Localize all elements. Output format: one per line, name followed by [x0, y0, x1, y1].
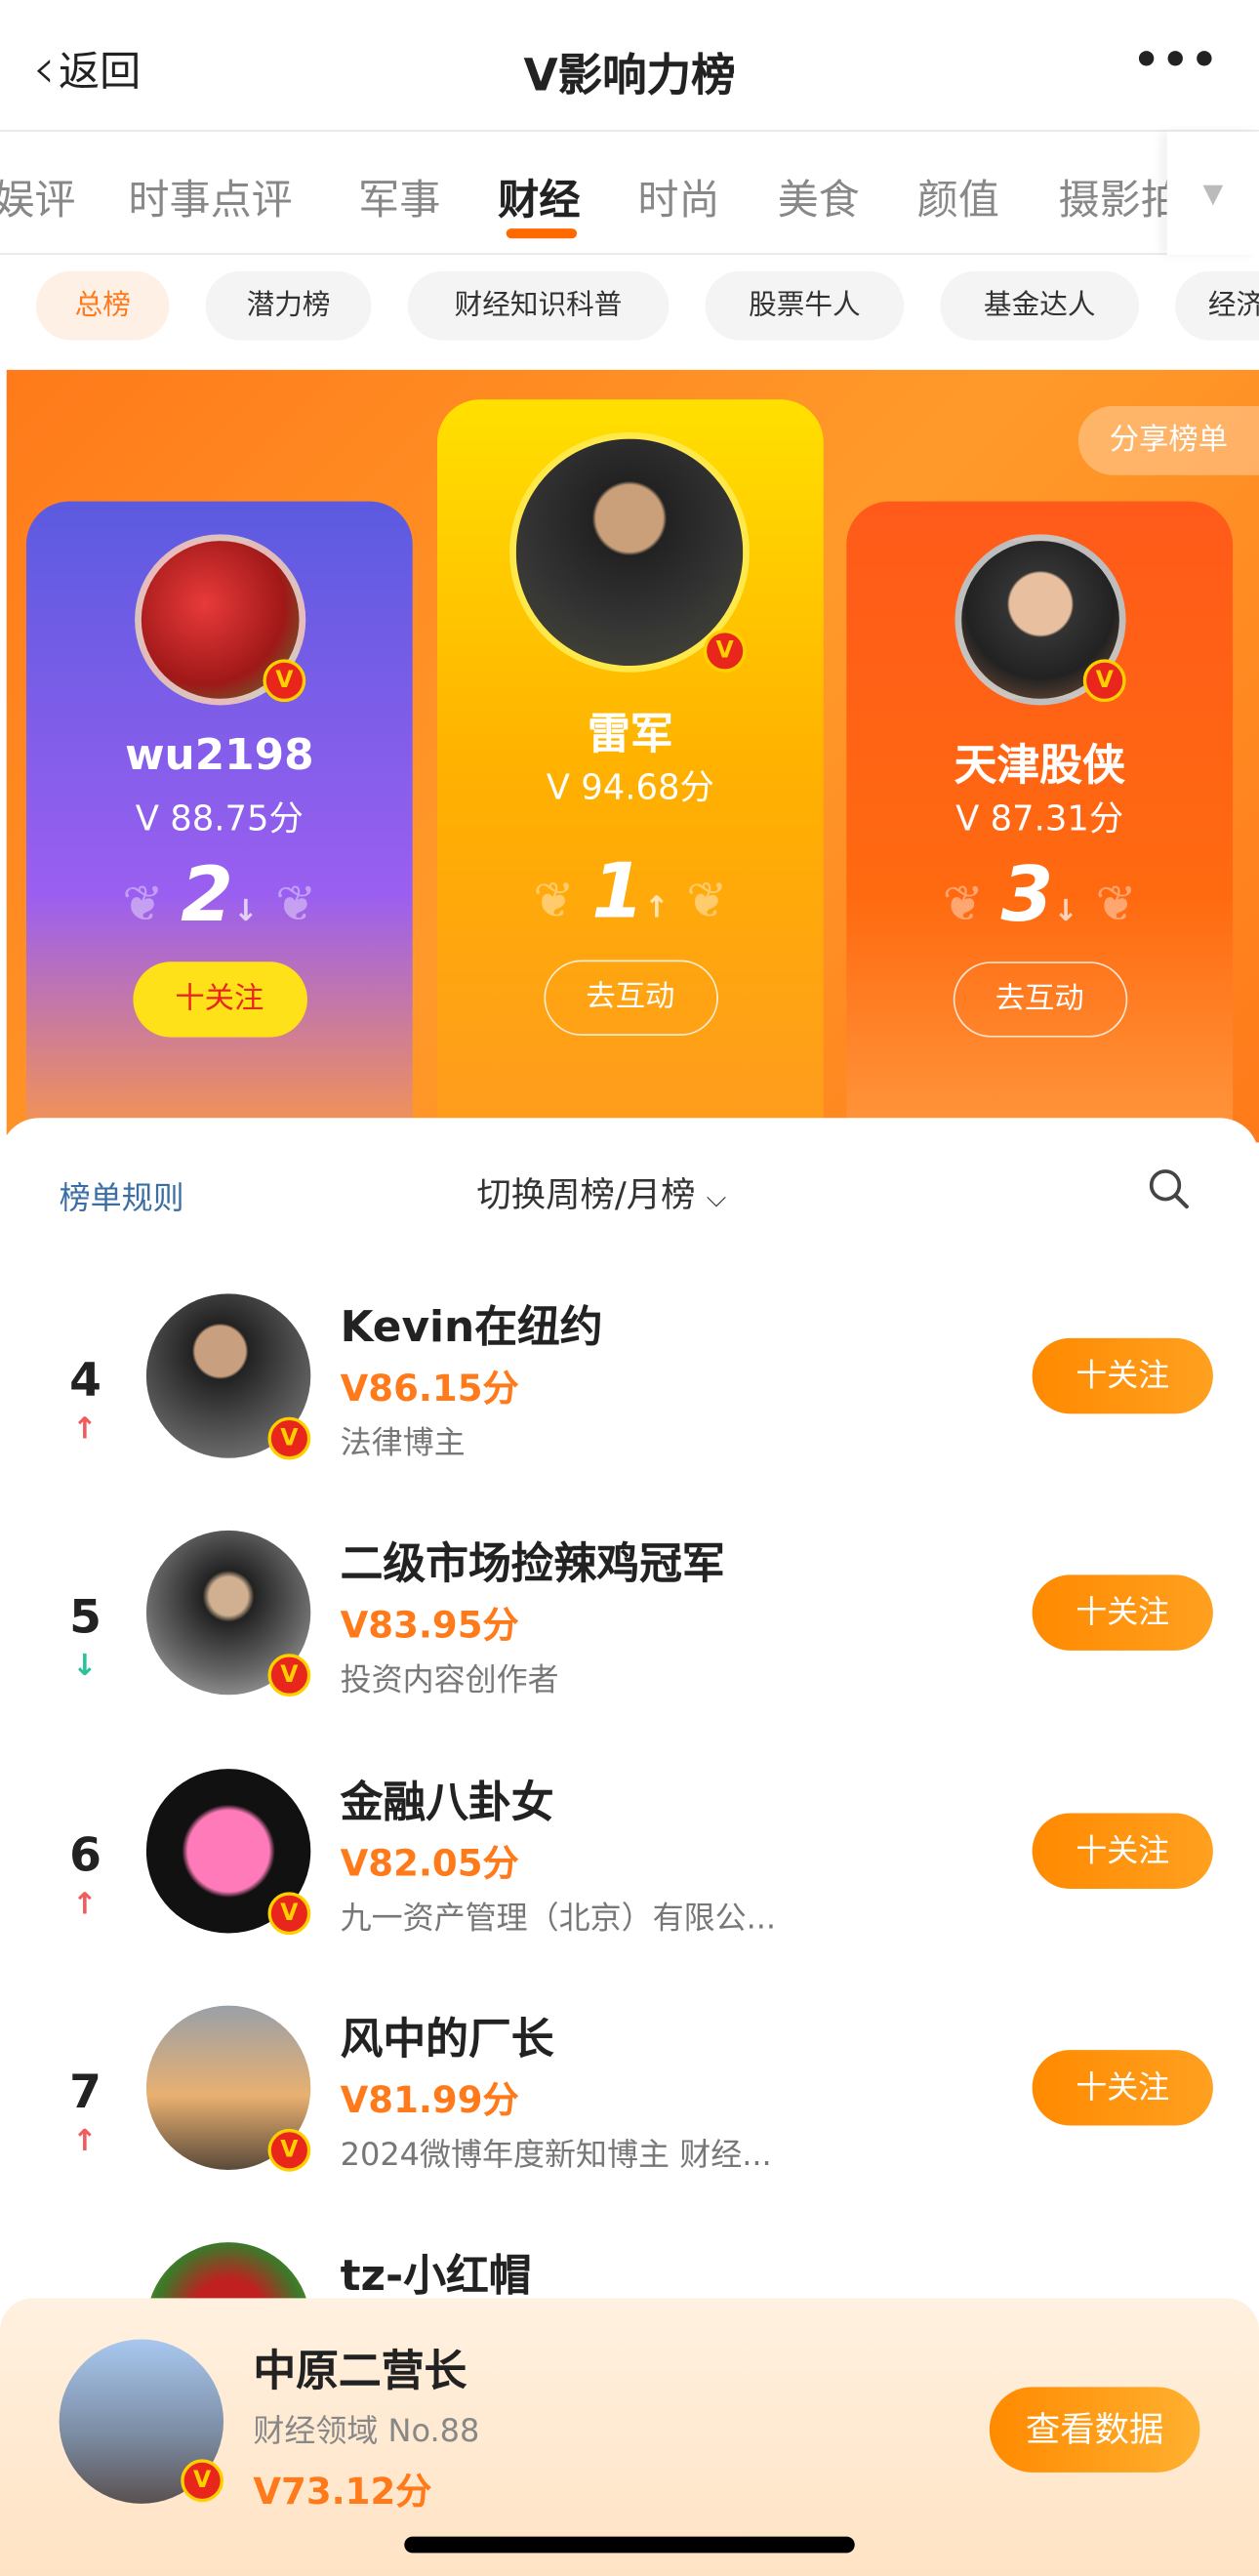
chip-zhishi[interactable]: 财经知识科普 — [407, 270, 670, 341]
list-item[interactable]: 6 ↑ V 金融八卦女 V82.05分 九一资产管理（北京）有限公... 十关注 — [0, 1769, 1259, 2006]
user-description: 九一资产管理（北京）有限公... — [340, 1900, 777, 1937]
user-description: 2024微博年度新知博主 财经... — [340, 2137, 772, 2174]
more-icon[interactable]: ••• — [1133, 36, 1220, 86]
podium-name[interactable]: 雷军 — [437, 700, 824, 760]
switch-period-dropdown[interactable]: 切换周榜/月榜 ⌵ — [476, 1168, 726, 1218]
user-name[interactable]: 风中的厂长 — [341, 2006, 554, 2066]
trend-up-icon: ↑ — [72, 1887, 98, 1922]
podium-score: V 94.68分 — [546, 767, 714, 807]
score: V82.05分 — [340, 1844, 519, 1886]
interact-button[interactable]: 去互动 — [952, 961, 1127, 1038]
nav-bar: ‹ 返回 V影响力榜 ••• — [0, 0, 1259, 132]
score: V81.99分 — [340, 2081, 519, 2123]
my-name: 中原二营长 — [253, 2347, 467, 2397]
verified-v-icon: V — [703, 630, 747, 673]
user-name[interactable]: 二级市场捡辣鸡冠军 — [341, 1531, 725, 1591]
chip-jingji[interactable]: 经济 — [1175, 270, 1259, 341]
share-ranking-button[interactable]: 分享榜单 — [1077, 405, 1259, 475]
page-title: V影响力榜 — [523, 51, 736, 102]
chevron-down-icon: ⌵ — [706, 1181, 727, 1213]
list-item[interactable]: 7 ↑ V 风中的厂长 V81.99分 2024微博年度新知博主 财经... 十… — [0, 2005, 1259, 2243]
user-name[interactable]: tz-小红帽 — [341, 2242, 532, 2303]
podium-name[interactable]: 天津股侠 — [846, 731, 1233, 792]
follow-button[interactable]: 十关注 — [1032, 1337, 1213, 1414]
ranking-rules-link[interactable]: 榜单规则 — [60, 1173, 184, 1217]
tab-caijing[interactable]: 财经 — [498, 168, 580, 227]
category-tabs: 娱评 时事点评 军事 财经 时尚 美食 颜值 摄影拍 ▼ — [0, 131, 1259, 256]
tab-meishi[interactable]: 美食 — [778, 168, 860, 227]
interact-button[interactable]: 去互动 — [543, 960, 718, 1036]
podium-card-1: V 雷军 V 94.68分 ❦ 1↑ ❦ 去互动 — [436, 399, 824, 1156]
verified-v-icon: V — [267, 2128, 311, 2172]
follow-button[interactable]: 十关注 — [1032, 1574, 1213, 1651]
podium-name[interactable]: wu2198 — [26, 731, 413, 781]
chip-zongbang[interactable]: 总榜 — [36, 270, 170, 341]
my-score: V73.12分 — [253, 2472, 432, 2514]
rank-number: 7 — [69, 2065, 102, 2119]
podium-score: V 88.75分 — [135, 798, 304, 838]
rank-number: 5 — [69, 1589, 102, 1645]
podium-rank: ❦ 2↓ ❦ — [122, 849, 317, 939]
score: V83.95分 — [340, 1606, 519, 1648]
trend-down-icon: ↓ — [72, 1649, 98, 1684]
chip-gupiao[interactable]: 股票牛人 — [705, 270, 905, 341]
tab-sheying[interactable]: 摄影拍 — [1059, 168, 1167, 227]
my-domain-rank: 财经领域 No.88 — [253, 2413, 480, 2450]
tab-yanzhi[interactable]: 颜值 — [917, 168, 999, 227]
podium-card-3: V 天津股侠 V 87.31分 ❦ 3↓ ❦ 去互动 — [846, 501, 1234, 1160]
verified-v-icon: V — [1082, 659, 1126, 703]
podium-rank: ❦ 1↑ ❦ — [533, 846, 728, 936]
verified-v-icon: V — [181, 2459, 224, 2503]
podium-score: V 87.31分 — [955, 798, 1124, 838]
podium-rank: ❦ 3↓ ❦ — [942, 849, 1137, 939]
view-data-button[interactable]: 查看数据 — [989, 2387, 1200, 2473]
tabs-dropdown-icon[interactable]: ▼ — [1166, 131, 1259, 256]
list-item[interactable]: 4 ↑ V Kevin在纽约 V86.15分 法律博主 十关注 — [0, 1293, 1259, 1531]
verified-v-icon: V — [267, 1416, 311, 1460]
user-description: 法律博主 — [340, 1425, 466, 1462]
trend-up-icon: ↑ — [72, 1411, 98, 1448]
search-icon[interactable] — [1148, 1167, 1191, 1210]
verified-v-icon: V — [267, 1654, 311, 1697]
user-name[interactable]: 金融八卦女 — [341, 1769, 554, 1829]
tab-shishang[interactable]: 时尚 — [637, 168, 719, 227]
chip-qianli[interactable]: 潜力榜 — [205, 270, 372, 341]
tab-shishi[interactable]: 时事点评 — [128, 168, 292, 227]
active-tab-indicator — [506, 228, 578, 239]
home-indicator — [404, 2536, 855, 2554]
follow-button[interactable]: 十关注 — [132, 961, 307, 1038]
tab-yuping[interactable]: 娱评 — [0, 168, 75, 227]
chip-jijin[interactable]: 基金达人 — [940, 270, 1140, 341]
rank-number: 4 — [69, 1353, 102, 1408]
verified-v-icon: V — [263, 659, 306, 703]
list-item[interactable]: 5 ↓ V 二级市场捡辣鸡冠军 V83.95分 投资内容创作者 十关注 — [0, 1530, 1259, 1768]
follow-button[interactable]: 十关注 — [1032, 1813, 1213, 1890]
user-name[interactable]: Kevin在纽约 — [341, 1293, 603, 1354]
trend-up-icon: ↑ — [72, 2123, 98, 2159]
tab-junshi[interactable]: 军事 — [358, 168, 440, 227]
score: V86.15分 — [340, 1369, 519, 1411]
podium-card-2: V wu2198 V 88.75分 ❦ 2↓ ❦ 十关注 — [25, 501, 413, 1160]
user-description: 投资内容创作者 — [340, 1661, 559, 1698]
follow-button[interactable]: 十关注 — [1032, 2050, 1213, 2126]
my-ranking-bar: V 中原二营长 财经领域 No.88 V73.12分 查看数据 — [0, 2298, 1259, 2576]
verified-v-icon: V — [267, 1892, 311, 1936]
rank-number: 6 — [69, 1827, 102, 1883]
